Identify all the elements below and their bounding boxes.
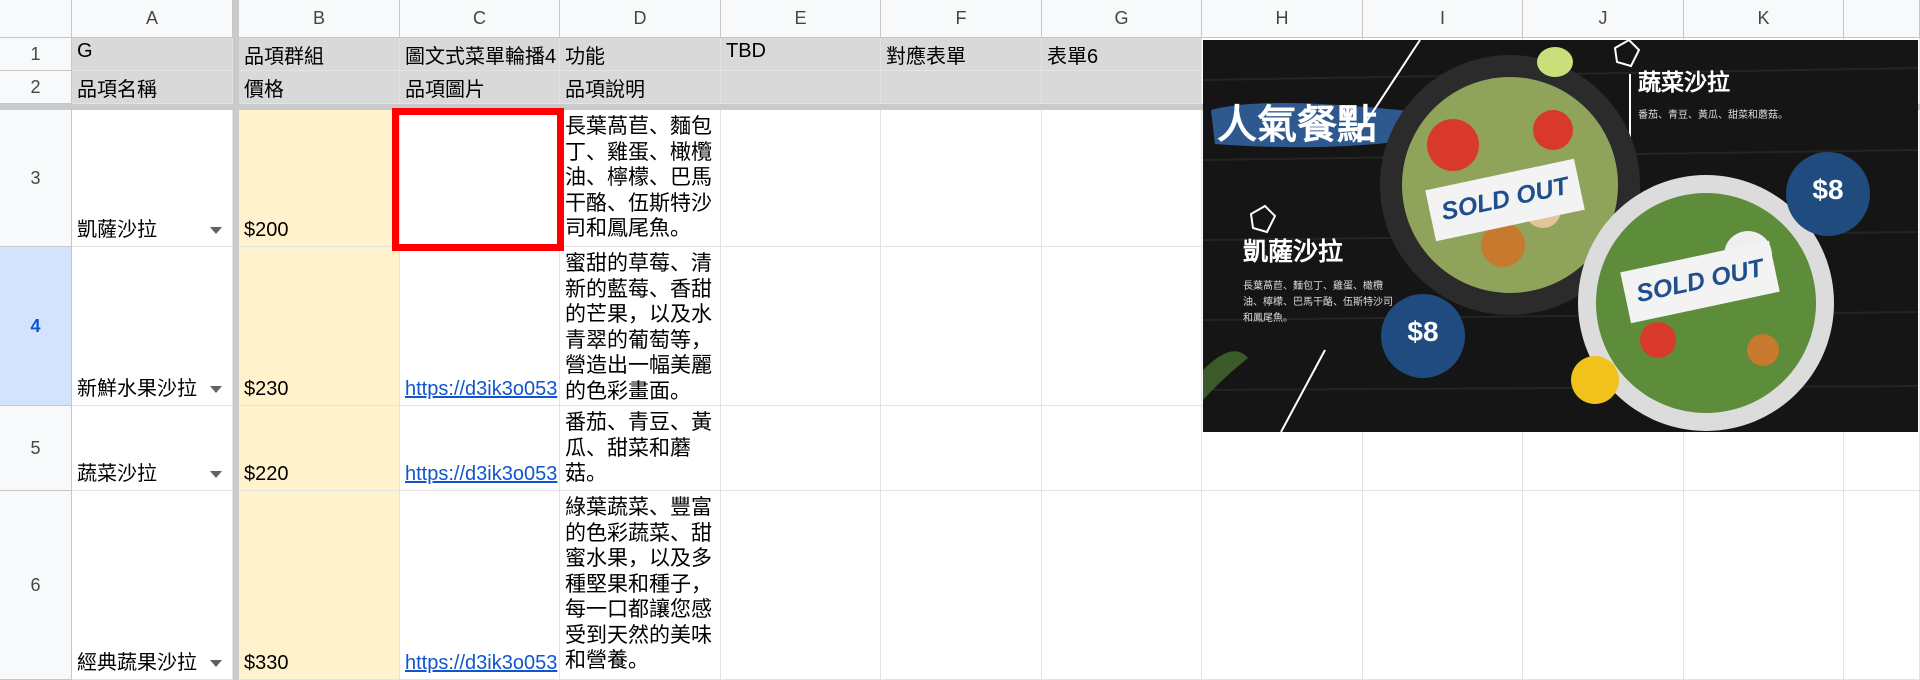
cell-d4[interactable]: 蜜甜的草莓、清新的藍莓、香甜的芒果，以及水青翠的葡萄等，營造出一幅美麗的色彩畫面…	[560, 247, 721, 406]
cell-a4-dropdown[interactable]: 新鮮水果沙拉	[72, 247, 233, 406]
column-header-d[interactable]: D	[560, 0, 721, 38]
cell-f6[interactable]	[881, 491, 1042, 680]
cell-g6[interactable]	[1042, 491, 1202, 680]
cell-c4[interactable]: https://d3ik3o053	[400, 247, 560, 406]
cell-b3[interactable]: $200	[239, 110, 400, 247]
item-description: 番茄、青豆、黃瓜、甜菜和蘑菇。	[565, 411, 712, 485]
cell-b1[interactable]: 品項群組	[239, 38, 400, 71]
cell-c1[interactable]: 圖文式菜單輪播4	[400, 38, 560, 71]
cell-c6[interactable]: https://d3ik3o053	[400, 491, 560, 680]
cell-e3[interactable]	[721, 110, 881, 247]
cell-a2[interactable]: 品項名稱	[72, 71, 233, 104]
cell-b1-text: 品項群組	[244, 46, 324, 68]
cell-e1-text: TBD	[726, 40, 766, 62]
row-header-1[interactable]: 1	[0, 38, 72, 71]
banner-item1-desc-line1: 長葉萵苣、麵包丁、雞蛋、橄欖	[1243, 281, 1383, 292]
cell-f2[interactable]	[881, 71, 1042, 104]
cell-c2[interactable]: 品項圖片	[400, 71, 560, 104]
column-header-e[interactable]: E	[721, 0, 881, 38]
column-header-b[interactable]: B	[239, 0, 400, 38]
cell-d6[interactable]: 綠葉蔬菜、豐富的色彩蔬菜、甜蜜水果，以及多種堅果和種子，每一口都讓您感受到天然的…	[560, 491, 721, 680]
item-price: $330	[244, 652, 289, 674]
item-description: 長葉萵苣、麵包丁、雞蛋、橄欖油、檸檬、巴馬干酪、伍斯特沙司和鳳尾魚。	[565, 115, 712, 240]
cell-c5[interactable]: https://d3ik3o053	[400, 406, 560, 491]
cell-d2-text: 品項說明	[565, 79, 645, 101]
price-badge-2: $8	[1812, 174, 1844, 205]
cell-a1-text: G	[77, 40, 93, 62]
menu-banner-image[interactable]: 人氣餐點 凱薩沙拉 長葉萵苣、麵包丁、雞蛋、橄欖 油、檸檬、巴馬干酪、伍斯特沙司…	[1203, 40, 1918, 432]
cell-b2[interactable]: 價格	[239, 71, 400, 104]
cell-a5-dropdown[interactable]: 蔬菜沙拉	[72, 406, 233, 491]
cell-f4[interactable]	[881, 247, 1042, 406]
cell-d1-text: 功能	[565, 46, 605, 68]
cell-g4[interactable]	[1042, 247, 1202, 406]
spreadsheet-grid: A B C D E F G H I J K 1 2 3 4 5 6 G 品項群組…	[0, 0, 1920, 680]
cell-c1-text: 圖文式菜單輪播4	[405, 46, 557, 68]
cell-b5[interactable]: $220	[239, 406, 400, 491]
item-name: 凱薩沙拉	[77, 219, 157, 241]
banner-title: 人氣餐點	[1217, 103, 1377, 147]
column-header-a[interactable]: A	[72, 0, 233, 38]
highlight-box	[392, 108, 564, 251]
row-header-2[interactable]: 2	[0, 71, 72, 104]
cell-a3-dropdown[interactable]: 凱薩沙拉	[72, 110, 233, 247]
chevron-down-icon[interactable]	[210, 471, 222, 478]
cell-d2[interactable]: 品項說明	[560, 71, 721, 104]
item-price: $200	[244, 219, 289, 241]
cell-a1[interactable]: G	[72, 38, 233, 71]
row-header-6[interactable]: 6	[0, 491, 72, 680]
cell-g1[interactable]: 表單6	[1042, 38, 1202, 71]
item-image-link[interactable]: https://d3ik3o053	[400, 376, 559, 405]
cell-f3[interactable]	[881, 110, 1042, 247]
select-all-corner[interactable]	[0, 0, 72, 38]
item-price: $230	[244, 378, 289, 400]
column-header-c[interactable]: C	[400, 0, 560, 38]
item-image-link[interactable]: https://d3ik3o053	[400, 650, 559, 679]
price-badge-1: $8	[1407, 316, 1439, 347]
column-header-g[interactable]: G	[1042, 0, 1202, 38]
banner-item2-desc: 番茄、青豆、黃瓜、甜菜和蘑菇。	[1638, 110, 1788, 121]
cell-b4[interactable]: $230	[239, 247, 400, 406]
chevron-down-icon[interactable]	[210, 386, 222, 393]
cell-d5[interactable]: 番茄、青豆、黃瓜、甜菜和蘑菇。	[560, 406, 721, 491]
cell-f5[interactable]	[881, 406, 1042, 491]
cell-b6[interactable]: $330	[239, 491, 400, 680]
banner-item1-name: 凱薩沙拉	[1243, 238, 1344, 266]
cell-g5[interactable]	[1042, 406, 1202, 491]
cell-e5[interactable]	[721, 406, 881, 491]
row-header-3[interactable]: 3	[0, 110, 72, 247]
item-name: 新鮮水果沙拉	[77, 378, 197, 400]
cell-e2[interactable]	[721, 71, 881, 104]
item-price: $220	[244, 463, 289, 485]
item-description: 綠葉蔬菜、豐富的色彩蔬菜、甜蜜水果，以及多種堅果和種子，每一口都讓您感受到天然的…	[565, 496, 712, 672]
banner-item1-desc-line3: 和鳳尾魚。	[1243, 313, 1293, 324]
item-name: 蔬菜沙拉	[77, 463, 157, 485]
cell-a6-dropdown[interactable]: 經典蔬果沙拉	[72, 491, 233, 680]
cell-d1[interactable]: 功能	[560, 38, 721, 71]
banner-item2-name: 蔬菜沙拉	[1638, 69, 1730, 95]
chevron-down-icon[interactable]	[210, 660, 222, 667]
banner-item1-desc-line2: 油、檸檬、巴馬干酪、伍斯特沙司	[1243, 297, 1393, 308]
row-header-5[interactable]: 5	[0, 406, 72, 491]
cell-g1-text: 表單6	[1047, 46, 1099, 68]
cell-d3[interactable]: 長葉萵苣、麵包丁、雞蛋、橄欖油、檸檬、巴馬干酪、伍斯特沙司和鳳尾魚。	[560, 110, 721, 247]
item-name: 經典蔬果沙拉	[77, 652, 197, 674]
cell-a2-text: 品項名稱	[77, 79, 157, 101]
item-description: 蜜甜的草莓、清新的藍莓、香甜的芒果，以及水青翠的葡萄等，營造出一幅美麗的色彩畫面…	[565, 252, 712, 403]
cell-f1-text: 對應表單	[886, 46, 966, 68]
cell-f1[interactable]: 對應表單	[881, 38, 1042, 71]
cell-e1[interactable]: TBD	[721, 38, 881, 71]
cell-g3[interactable]	[1042, 110, 1202, 247]
row-header-4[interactable]: 4	[0, 247, 72, 406]
cell-e6[interactable]	[721, 491, 881, 680]
cell-e4[interactable]	[721, 247, 881, 406]
cell-b2-text: 價格	[244, 79, 284, 101]
item-image-link[interactable]: https://d3ik3o053	[400, 461, 559, 490]
frozen-column-divider[interactable]	[233, 0, 239, 680]
column-header-f[interactable]: F	[881, 0, 1042, 38]
cell-c2-text: 品項圖片	[405, 79, 485, 101]
chevron-down-icon[interactable]	[210, 227, 222, 234]
cell-g2[interactable]	[1042, 71, 1202, 104]
